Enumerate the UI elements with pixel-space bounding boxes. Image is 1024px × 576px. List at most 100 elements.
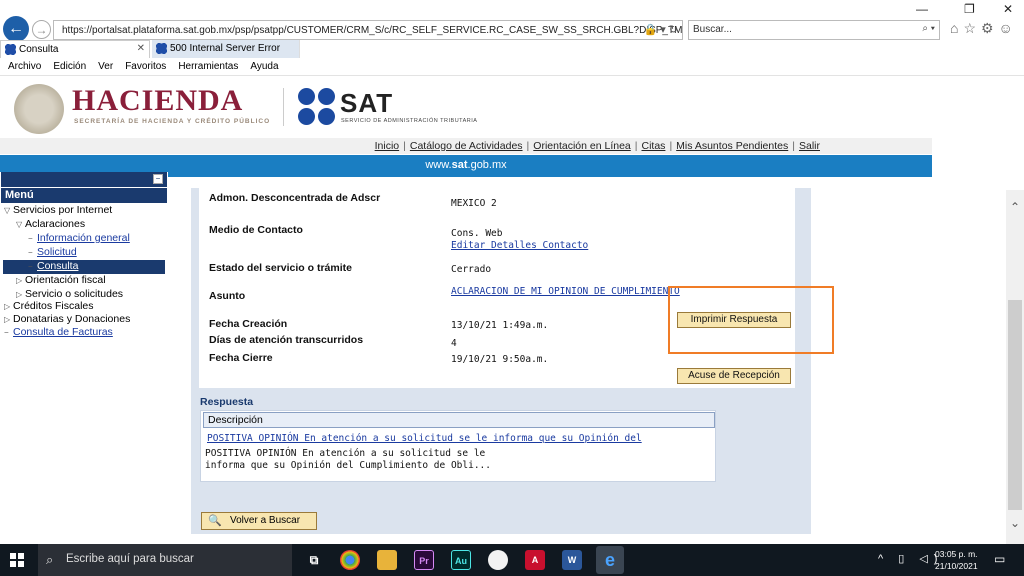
collapsed-icon: ▷ — [16, 276, 23, 285]
link-catalogo[interactable]: Catálogo de Actividades — [406, 140, 527, 152]
sidebar-item-donatarias[interactable]: ▷ Donatarias y Donaciones — [4, 313, 130, 327]
respuesta-box: Descripción POSITIVA OPINIÓN En atención… — [200, 410, 716, 482]
medio-value: Cons. Web — [451, 228, 503, 239]
menu-archivo[interactable]: Archivo — [8, 61, 41, 75]
hacienda-subtitle: SECRETARÍA DE HACIENDA Y CRÉDITO PÚBLICO — [74, 118, 271, 125]
sidebar-item-aclaraciones[interactable]: ▽ Aclaraciones — [16, 218, 85, 232]
respuesta-title: Respuesta — [200, 396, 254, 408]
sidebar-item-servicios-internet[interactable]: ▽ Servicios por Internet — [4, 204, 112, 218]
menu-herramientas[interactable]: Herramientas — [178, 61, 238, 75]
editar-contacto-link[interactable]: Editar Detalles Contacto — [451, 240, 588, 251]
medio-label: Medio de Contacto — [209, 224, 303, 236]
leaf-icon: − — [28, 234, 33, 243]
top-nav-links: Inicio | Catálogo de Actividades | Orienta… — [0, 138, 932, 154]
magnifier-icon: 🔍 — [208, 515, 222, 527]
page-scrollbar[interactable]: ⌃ ⌄ — [1006, 190, 1024, 544]
browser-menubar: Archivo Edición Ver Favoritos Herramient… — [0, 58, 1024, 76]
highlight-annotation — [668, 286, 834, 354]
paint-icon[interactable] — [488, 550, 508, 570]
link-inicio[interactable]: Inicio — [371, 140, 404, 152]
tab-server-error[interactable]: 500 Internal Server Error — [152, 40, 300, 58]
logo-divider — [283, 88, 284, 126]
asunto-link[interactable]: ACLARACION DE MI OPINION DE CUMPLIMIENTO — [451, 286, 680, 297]
audition-icon[interactable]: Au — [451, 550, 471, 570]
site-favicon-icon — [5, 44, 16, 55]
menu-favoritos[interactable]: Favoritos — [125, 61, 166, 75]
scroll-up-icon[interactable]: ⌃ — [1006, 200, 1024, 216]
leaf-icon: − — [28, 248, 33, 257]
taskbar-search[interactable]: ⌕ Escribe aquí para buscar — [38, 544, 292, 576]
browser-toolbar-icons[interactable]: ⌂☆⚙☺ — [950, 20, 1018, 37]
cierre-label: Fecha Cierre — [209, 352, 273, 364]
url-text: https://portalsat.plataforma.sat.gob.mx/… — [62, 24, 683, 36]
collapsed-icon: ▷ — [16, 290, 23, 299]
respuesta-text: POSITIVA OPINIÓN En atención a su solici… — [205, 448, 491, 471]
file-explorer-icon[interactable] — [377, 550, 397, 570]
minimize-icon[interactable]: — — [916, 2, 928, 16]
menu-title: Menú — [1, 188, 167, 203]
sidebar-item-orientacion-fiscal[interactable]: ▷ Orientación fiscal — [16, 274, 106, 288]
sidebar-item-consulta[interactable]: − Consulta — [3, 260, 165, 274]
link-citas[interactable]: Citas — [638, 140, 670, 152]
system-tray-icons[interactable]: ^ ▯ ◁) — [878, 552, 943, 565]
close-tab-icon[interactable]: ✕ — [137, 43, 145, 54]
respuesta-link[interactable]: POSITIVA OPINIÓN En atención a su solici… — [207, 433, 642, 444]
taskbar-clock[interactable]: 03:05 p. m. 21/10/2021 — [935, 548, 978, 572]
dias-label: Días de atención transcurridos — [209, 334, 364, 346]
menu-ayuda[interactable]: Ayuda — [250, 61, 278, 75]
windows-start-icon[interactable] — [10, 553, 24, 567]
close-window-icon[interactable]: ✕ — [1003, 2, 1013, 16]
lock-refresh-icons[interactable]: 🔒 ▾ ↻ — [643, 23, 678, 36]
descripcion-header: Descripción — [203, 412, 715, 428]
volver-buscar-button[interactable]: 🔍 Volver a Buscar — [201, 512, 317, 530]
dias-value: 4 — [451, 338, 457, 349]
tab-consulta[interactable]: Consulta ✕ — [0, 40, 150, 58]
menu-edicion[interactable]: Edición — [53, 61, 86, 75]
admon-label: Admon. Desconcentrada de Adscr — [209, 192, 381, 204]
cierre-value: 19/10/21 9:50a.m. — [451, 354, 549, 365]
asunto-label: Asunto — [209, 290, 246, 302]
web-page: HACIENDA SECRETARÍA DE HACIENDA Y CRÉDIT… — [0, 76, 1024, 544]
hacienda-logo: HACIENDA — [72, 84, 244, 117]
notification-icon[interactable]: ▭ — [994, 552, 1005, 566]
back-button[interactable]: ← — [3, 16, 29, 42]
menu-top-bar: − — [1, 172, 167, 187]
estado-value: Cerrado — [451, 264, 492, 275]
arrow-left-icon: ← — [8, 20, 24, 37]
leaf-icon: − — [4, 328, 9, 337]
sidebar-item-creditos-fiscales[interactable]: ▷ Créditos Fiscales — [4, 300, 94, 314]
browser-search-input[interactable]: Buscar... ⌕ ▾ — [688, 20, 940, 40]
expanded-icon: ▽ — [4, 206, 11, 215]
forward-button[interactable]: → — [32, 20, 51, 39]
word-icon[interactable]: W — [562, 550, 582, 570]
scroll-thumb[interactable] — [1008, 300, 1022, 510]
link-pendientes[interactable]: Mis Asuntos Pendientes — [672, 140, 792, 152]
header-banner: HACIENDA SECRETARÍA DE HACIENDA Y CRÉDIT… — [0, 76, 1024, 138]
estado-label: Estado del servicio o trámite — [209, 262, 352, 274]
task-view-icon[interactable]: ⧉ — [304, 550, 324, 570]
address-bar[interactable]: https://portalsat.plataforma.sat.gob.mx/… — [53, 20, 683, 40]
arrow-right-icon: → — [35, 22, 48, 37]
chrome-icon[interactable] — [340, 550, 360, 570]
acuse-recepcion-button[interactable]: Acuse de Recepción — [677, 368, 791, 384]
premiere-icon[interactable]: Pr — [414, 550, 434, 570]
acrobat-icon[interactable]: A — [525, 550, 545, 570]
mexico-seal-logo — [14, 84, 64, 134]
collapsed-icon: ▷ — [4, 302, 11, 311]
sidebar-item-informacion-general[interactable]: − Información general — [28, 232, 130, 246]
menu-ver[interactable]: Ver — [98, 61, 113, 75]
scroll-down-icon[interactable]: ⌄ — [1006, 516, 1024, 532]
back-area: 🔍 Volver a Buscar — [191, 504, 811, 534]
sidebar-item-solicitud[interactable]: − Solicitud — [28, 246, 77, 260]
creacion-label: Fecha Creación — [209, 318, 288, 330]
sidebar-item-consulta-facturas[interactable]: − Consulta de Facturas — [4, 326, 113, 340]
link-salir[interactable]: Salir — [795, 140, 824, 152]
link-orientacion[interactable]: Orientación en Línea — [529, 140, 634, 152]
collapse-icon[interactable]: − — [153, 174, 163, 184]
browser-titlebar: — ❐ ✕ ← → https://portalsat.plataforma.s… — [0, 0, 1024, 42]
internet-explorer-icon[interactable]: e — [596, 546, 624, 574]
tab-bar: Consulta ✕ 500 Internal Server Error — [0, 40, 1024, 95]
search-icon[interactable]: ⌕ ▾ — [922, 23, 935, 34]
restore-icon[interactable]: ❐ — [964, 2, 975, 16]
case-detail-area: Admon. Desconcentrada de Adscr MEXICO 2 … — [191, 188, 811, 534]
